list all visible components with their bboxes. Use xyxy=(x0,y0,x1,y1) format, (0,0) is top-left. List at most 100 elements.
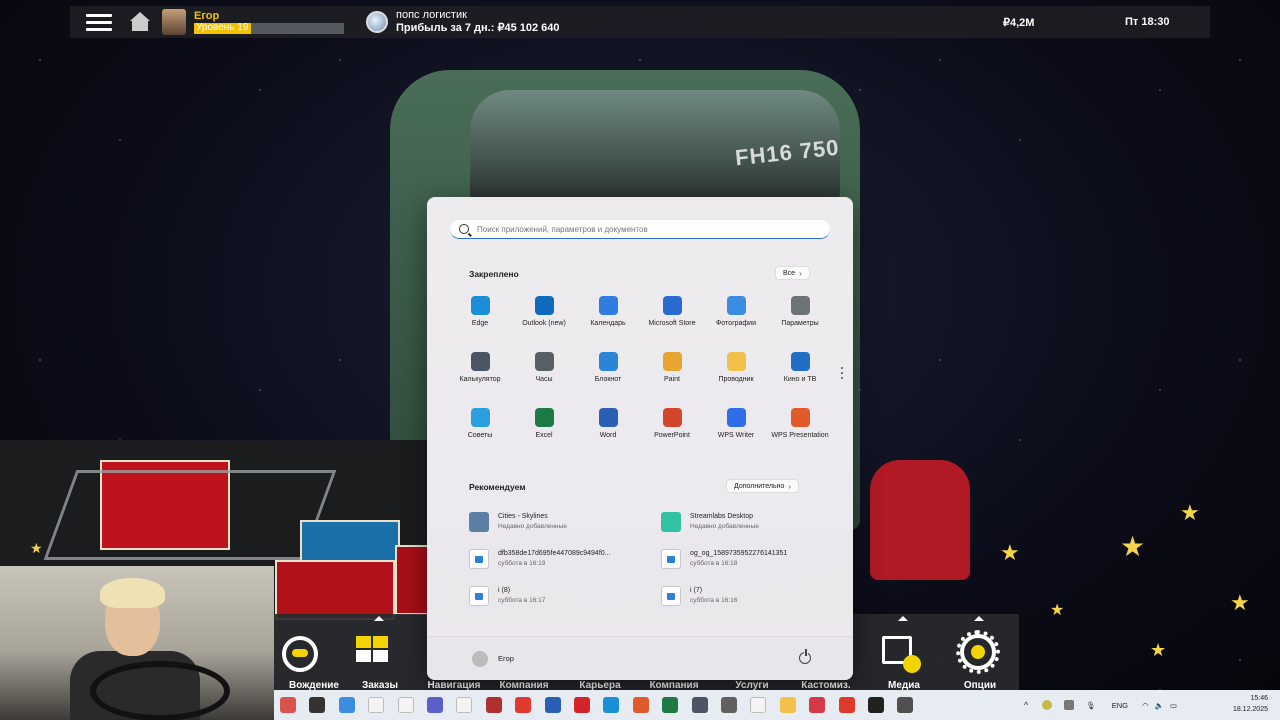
pinned-app-label: Edge xyxy=(471,320,489,327)
search-icon xyxy=(459,224,469,234)
menu-button-jobs[interactable]: Заказы xyxy=(340,614,420,690)
start-search-box[interactable] xyxy=(450,220,830,239)
pinned-app-tile[interactable]: Outlook (new) xyxy=(512,296,576,352)
folder-icon[interactable] xyxy=(779,697,796,713)
tray-app-icon[interactable] xyxy=(1042,700,1053,710)
pinned-app-label: Часы xyxy=(535,376,553,383)
truck-app-icon[interactable] xyxy=(485,697,502,713)
recommended-item-subtitle: суббота в 16:19 xyxy=(498,560,546,567)
page-dots-indicator[interactable] xyxy=(841,367,844,381)
pinned-app-tile[interactable]: Edge xyxy=(448,296,512,352)
wps-presentation-icon[interactable] xyxy=(632,697,649,713)
word-icon[interactable] xyxy=(544,697,561,713)
file-icon[interactable] xyxy=(750,697,767,713)
pinned-app-tile[interactable]: Paint xyxy=(640,352,704,408)
yandex-icon[interactable] xyxy=(515,697,532,713)
truck-app-icon[interactable] xyxy=(721,697,737,713)
pinned-app-tile[interactable]: Кино и ТВ xyxy=(768,352,832,408)
pinned-app-tile[interactable]: Фотографии xyxy=(704,296,768,352)
menu-button-label: Услуги xyxy=(735,680,769,690)
steering-wheel-icon xyxy=(282,636,318,672)
recommended-item-subtitle: суббота в 16:18 xyxy=(690,560,738,567)
pinned-app-label: Проводник xyxy=(718,376,754,383)
recommended-item-subtitle: Недавно добавленные xyxy=(690,523,759,530)
recommended-item[interactable]: og_og_1589735952276141351 суббота в 16:18 xyxy=(661,547,841,573)
recommended-item[interactable]: i (8) суббота в 16:17 xyxy=(469,584,649,610)
notepad-icon xyxy=(598,352,618,371)
all-apps-button[interactable]: Все › xyxy=(775,266,810,280)
more-button[interactable]: Дополнительно › xyxy=(726,479,800,493)
wifi-icon[interactable]: ◠ xyxy=(1142,701,1149,710)
pinned-app-label: WPS Presentation xyxy=(771,432,829,439)
obs-icon[interactable] xyxy=(868,697,884,713)
streamer-hair xyxy=(100,578,165,608)
recommended-item[interactable]: Cities - Skylines Недавно добавленные xyxy=(469,510,649,536)
clock-icon xyxy=(534,352,554,371)
user-avatar-icon[interactable] xyxy=(472,651,488,667)
all-apps-label: Все xyxy=(783,269,796,277)
yandex-browser-icon[interactable] xyxy=(838,697,855,713)
cargo-icon xyxy=(356,636,390,666)
file-icon xyxy=(469,586,489,606)
pinned-app-tile[interactable]: Советы xyxy=(448,408,512,464)
company-logo-icon[interactable] xyxy=(366,11,388,33)
pinned-app-tile[interactable]: Блокнот xyxy=(576,352,640,408)
gift-box xyxy=(395,545,430,615)
file-icon[interactable] xyxy=(397,697,414,713)
language-indicator[interactable]: ENG xyxy=(1112,701,1128,710)
pinned-app-tile[interactable]: Word xyxy=(576,408,640,464)
file-icon[interactable] xyxy=(368,697,385,713)
streaming-icon[interactable] xyxy=(809,697,826,713)
pinned-app-tile[interactable]: Microsoft Store xyxy=(640,296,704,352)
pinned-app-tile[interactable]: Параметры xyxy=(768,296,832,352)
user-name[interactable]: Егор xyxy=(498,654,514,663)
recommended-item[interactable]: dfb358de17d695fe447089c9494f0... суббота … xyxy=(469,547,649,573)
home-icon[interactable] xyxy=(130,12,150,32)
calculator-icon[interactable] xyxy=(691,697,708,713)
pinned-app-tile[interactable]: PowerPoint xyxy=(640,408,704,464)
wps-presentation-icon xyxy=(790,408,810,427)
file-icon[interactable] xyxy=(456,697,473,713)
start-menu-footer: Егор xyxy=(427,636,853,680)
pinned-app-label: Фотографии xyxy=(715,320,756,327)
pinned-app-tile[interactable]: Часы xyxy=(512,352,576,408)
volume-icon[interactable]: 🔈 xyxy=(1155,701,1164,710)
pinned-app-tile[interactable]: WPS Writer xyxy=(704,408,768,464)
truck-app-icon[interactable] xyxy=(897,697,914,713)
steering-wheel xyxy=(90,661,230,720)
caret-up-icon xyxy=(974,616,984,621)
menu-button-media[interactable]: Медиа xyxy=(864,614,944,690)
recommended-item[interactable]: i (7) суббота в 16:16 xyxy=(661,584,841,610)
recommended-item-title: Cities - Skylines xyxy=(498,513,548,520)
pinned-app-tile[interactable]: Календарь xyxy=(576,296,640,352)
menu-button-options[interactable]: Опции xyxy=(940,614,1020,690)
taskbar-clock[interactable]: 15:46 18.12.2025 xyxy=(1208,693,1268,715)
task-view-icon[interactable] xyxy=(309,697,326,713)
wps-icon[interactable] xyxy=(574,697,590,713)
start-menu: Закреплено Все › Edge Outlook (new) Календ… xyxy=(427,197,853,680)
teams-icon[interactable] xyxy=(427,697,443,713)
pinned-app-label: Кино и ТВ xyxy=(783,376,817,383)
pinned-app-tile[interactable]: Excel xyxy=(512,408,576,464)
hamburger-menu-icon[interactable] xyxy=(86,6,112,38)
webcam-overlay xyxy=(0,566,274,720)
chevron-up-icon[interactable]: ^ xyxy=(1024,700,1028,710)
excel-icon[interactable] xyxy=(662,697,679,713)
start-search-input[interactable] xyxy=(477,224,817,234)
player-avatar[interactable] xyxy=(162,9,186,35)
microphone-icon[interactable]: 🎙 xyxy=(1086,701,1096,710)
recommended-item[interactable]: Streamlabs Desktop Недавно добавленные xyxy=(661,510,841,536)
power-icon[interactable] xyxy=(799,649,811,664)
pinned-app-label: Excel xyxy=(535,432,553,439)
shopping-cart-decoration xyxy=(43,470,337,560)
pinned-app-tile[interactable]: Проводник xyxy=(704,352,768,408)
money-balance: ₽4,2M xyxy=(1003,16,1035,29)
menu-button-label: Компания xyxy=(649,680,699,690)
edge-icon[interactable] xyxy=(603,697,620,713)
pinned-app-tile[interactable]: WPS Presentation xyxy=(768,408,832,464)
keyboard-app-icon[interactable] xyxy=(338,697,355,713)
pinned-app-tile[interactable]: Калькулятор xyxy=(448,352,512,408)
battery-icon[interactable]: ▭ xyxy=(1170,701,1177,710)
tray-app-icon[interactable] xyxy=(1064,700,1075,710)
game-app-icon[interactable] xyxy=(280,697,296,713)
